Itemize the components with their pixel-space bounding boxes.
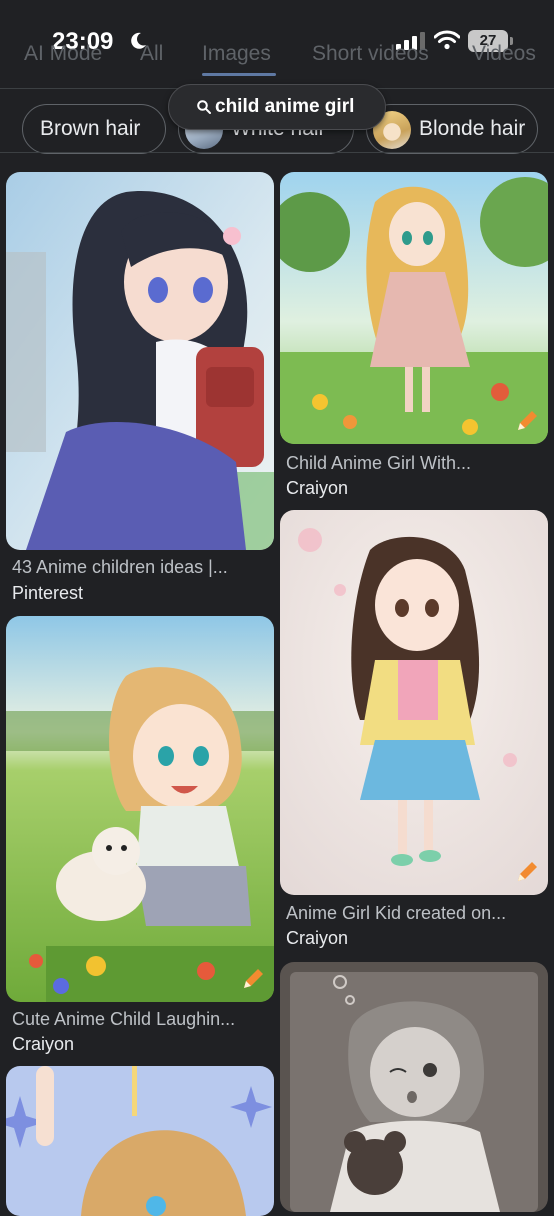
craiyon-pencil-icon [518,411,537,430]
tab-all[interactable]: All [140,42,163,66]
search-tabs: AI Mode All Images Short videos Videos [0,38,554,76]
result-image[interactable] [280,510,548,895]
result-image[interactable] [6,1066,274,1216]
sleepy-girl-teddy-image [280,962,548,1212]
result-caption[interactable]: Anime Girl Kid created on... [286,903,546,924]
result-image[interactable] [6,172,274,550]
girl-yellow-jacket-image [280,510,548,895]
chip-blonde-hair[interactable]: Blonde hair [366,104,538,154]
result-caption[interactable]: Cute Anime Child Laughin... [12,1009,272,1030]
result-image[interactable] [280,962,548,1212]
tab-videos[interactable]: Videos [472,42,536,66]
chip-brown-hair[interactable]: Brown hair [22,104,166,154]
chip-label: Brown hair [40,117,141,140]
search-icon [197,100,211,114]
search-query: child anime girl [215,96,355,117]
result-caption[interactable]: Child Anime Girl With... [286,453,546,474]
craiyon-pencil-icon [244,969,263,988]
chip-label: Blonde hair [419,117,526,140]
search-query-pill[interactable]: child anime girl [168,84,386,130]
tab-ai-mode[interactable]: AI Mode [24,42,102,66]
girl-sparkles-image [6,1066,274,1216]
result-source: Craiyon [286,928,349,948]
tab-short-videos[interactable]: Short videos [312,42,429,66]
result-caption[interactable]: 43 Anime children ideas |... [12,557,272,578]
craiyon-pencil-icon [518,862,537,881]
tab-images[interactable]: Images [202,42,271,66]
anime-girl-schoolbag-image [6,172,274,550]
active-tab-indicator [202,73,276,76]
result-image[interactable] [6,616,274,1002]
result-source: Craiyon [12,1034,75,1054]
girl-with-puppy-image [6,616,274,1002]
chips-divider [0,152,554,153]
result-image[interactable] [280,172,548,444]
result-source: Craiyon [286,478,349,498]
blonde-girl-meadow-image [280,172,548,444]
result-source: Pinterest [12,583,84,603]
